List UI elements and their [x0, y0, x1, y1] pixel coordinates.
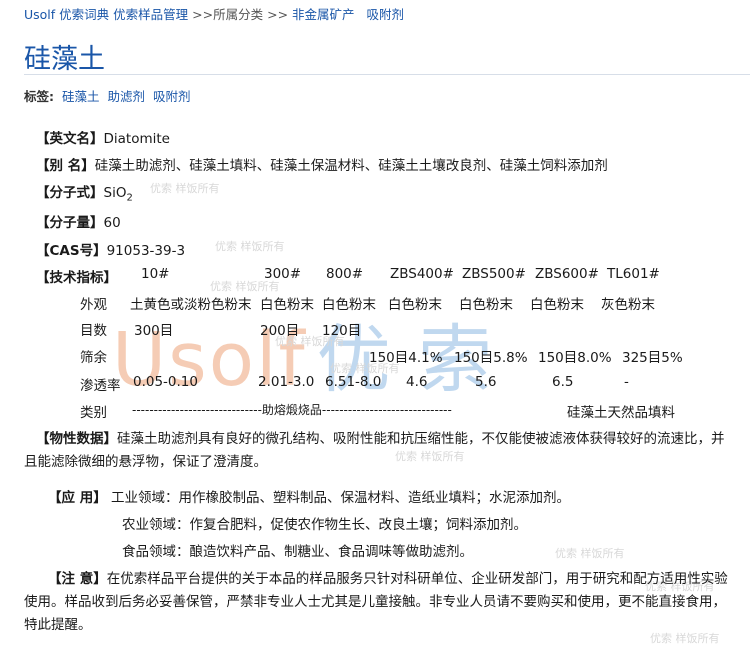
molecular-weight-row: 【分子量】60 — [36, 211, 121, 231]
properties-text: 硅藻土助滤剂具有良好的微孔结构、吸附性能和抗压缩性能，不仅能使被滤液体获得较好的… — [24, 431, 725, 470]
breadcrumb-separator: >> — [267, 7, 289, 22]
properties-label: 【物性数据】 — [36, 431, 117, 447]
permeability-label: 渗透率 — [80, 378, 121, 394]
usage-industry: 工业领域：用作橡胶制品、塑料制品、保温材料、造纸业填料；水泥添加剂。 — [111, 490, 570, 506]
sieve-label: 筛余 — [80, 350, 107, 366]
tag-link[interactable]: 助滤剂 — [107, 89, 145, 104]
english-name-value: Diatomite — [103, 131, 170, 147]
cas-label: 【CAS号】 — [36, 243, 107, 259]
grade-header: ZBS500# — [462, 266, 526, 282]
cas-value: 91053-39-3 — [106, 243, 186, 259]
type-calcined: ------------------------------助熔煅烧品-----… — [132, 403, 452, 417]
breadcrumb-subcategory-link[interactable]: 吸附剂 — [366, 7, 404, 22]
permeability-cell: 0.05-0.10 — [133, 374, 198, 390]
appearance-cell: 白色粉末 — [530, 297, 584, 313]
grade-header: ZBS400# — [390, 266, 454, 282]
usage-agri-row: 农业领域：作复合肥料，促使农作物生长、改良土壤；饲料添加剂。 — [122, 517, 527, 533]
english-name-row: 【英文名】Diatomite — [36, 127, 170, 147]
watermark-small: 优索 样饭所有 — [555, 547, 625, 560]
tech-spec-label: 【技术指标】 — [36, 266, 117, 286]
grade-header: 10# — [141, 266, 170, 282]
notice-label: 【注 意】 — [48, 571, 107, 587]
title-divider — [24, 74, 750, 75]
sieve-cell: 150目5.8% — [454, 350, 528, 366]
formula-subscript: 2 — [126, 192, 133, 204]
usage-label: 【应 用】 — [48, 490, 107, 506]
tag-list: 标签: 硅藻土 助滤剂 吸附剂 — [24, 86, 191, 105]
grade-header: TL601# — [607, 266, 660, 282]
appearance-cell: 白色粉末 — [388, 297, 442, 313]
appearance-cell: 灰色粉末 — [601, 297, 655, 313]
sieve-cell: 325目5% — [622, 350, 683, 366]
notice-text: 在优索样品平台提供的关于本品的样品服务只针对科研单位、企业研发部门，用于研究和配… — [24, 571, 728, 633]
appearance-cell: 白色粉末 — [322, 297, 376, 313]
mesh-cell: 300目 — [134, 323, 174, 339]
breadcrumb-section-link[interactable]: 优索样品管理 — [113, 7, 188, 22]
permeability-cell: 5.6 — [475, 374, 497, 390]
usage-industry-row: 【应 用】 工业领域：用作橡胶制品、塑料制品、保温材料、造纸业填料；水泥添加剂。 — [48, 486, 570, 506]
page-title: 硅藻土 — [24, 44, 105, 75]
watermark-small: 优索 样饭所有 — [215, 240, 285, 253]
watermark-small: 优索 样饭所有 — [150, 182, 220, 195]
appearance-cell: 白色粉末 — [459, 297, 513, 313]
alias-label: 【别 名】 — [36, 158, 95, 174]
grade-header: ZBS600# — [535, 266, 599, 282]
breadcrumb-separator: >>所属分类 — [192, 7, 264, 22]
appearance-label: 外观 — [80, 297, 107, 313]
breadcrumb-site-link[interactable]: Usolf 优索词典 — [24, 7, 109, 22]
grade-header: 300# — [264, 266, 302, 282]
appearance-cell: 土黄色或淡粉色粉末 — [130, 297, 252, 313]
molecular-weight-label: 【分子量】 — [36, 215, 104, 231]
tag-link[interactable]: 硅藻土 — [62, 89, 100, 104]
grade-header: 800# — [326, 266, 364, 282]
permeability-cell: - — [624, 374, 629, 390]
breadcrumb: Usolf 优索词典 优索样品管理 >>所属分类 >> 非金属矿产 吸附剂 — [24, 4, 404, 23]
appearance-cell: 白色粉末 — [260, 297, 314, 313]
notice-section: 【注 意】在优索样品平台提供的关于本品的样品服务只针对科研单位、企业研发部门，用… — [24, 568, 729, 637]
formula-row: 【分子式】SiO2 — [36, 181, 133, 204]
properties-section: 【物性数据】硅藻土助滤剂具有良好的微孔结构、吸附性能和抗压缩性能，不仅能使被滤液… — [24, 428, 729, 474]
permeability-cell: 2.01-3.0 — [258, 374, 315, 390]
permeability-cell: 6.5 — [552, 374, 574, 390]
type-natural: 硅藻土天然品填料 — [567, 405, 675, 421]
formula-value: SiO — [103, 185, 127, 201]
cas-row: 【CAS号】91053-39-3 — [36, 239, 185, 259]
sieve-cell: 150目4.1% — [369, 350, 443, 366]
tech-spec-label-text: 【技术指标】 — [36, 270, 117, 286]
sieve-cell: 150目8.0% — [538, 350, 612, 366]
permeability-cell: 6.51-8.0 — [325, 374, 382, 390]
alias-value: 硅藻土助滤剂、硅藻土填料、硅藻土保温材料、硅藻土土壤改良剂、硅藻土饲料添加剂 — [94, 158, 608, 174]
type-label: 类别 — [80, 405, 107, 421]
formula-label: 【分子式】 — [36, 185, 104, 201]
english-name-label: 【英文名】 — [36, 131, 104, 147]
permeability-cell: 4.6 — [406, 374, 428, 390]
breadcrumb-category-link[interactable]: 非金属矿产 — [292, 7, 355, 22]
alias-row: 【别 名】硅藻土助滤剂、硅藻土填料、硅藻土保温材料、硅藻土土壤改良剂、硅藻土饲料… — [36, 154, 608, 174]
tags-label: 标签: — [24, 89, 54, 104]
mesh-label: 目数 — [80, 323, 107, 339]
mesh-cell: 200目 — [260, 323, 300, 339]
usage-food-row: 食品领域：酿造饮料产品、制糖业、食品调味等做助滤剂。 — [122, 544, 473, 560]
tag-link[interactable]: 吸附剂 — [153, 89, 191, 104]
molecular-weight-value: 60 — [103, 215, 121, 231]
mesh-cell: 120目 — [322, 323, 362, 339]
